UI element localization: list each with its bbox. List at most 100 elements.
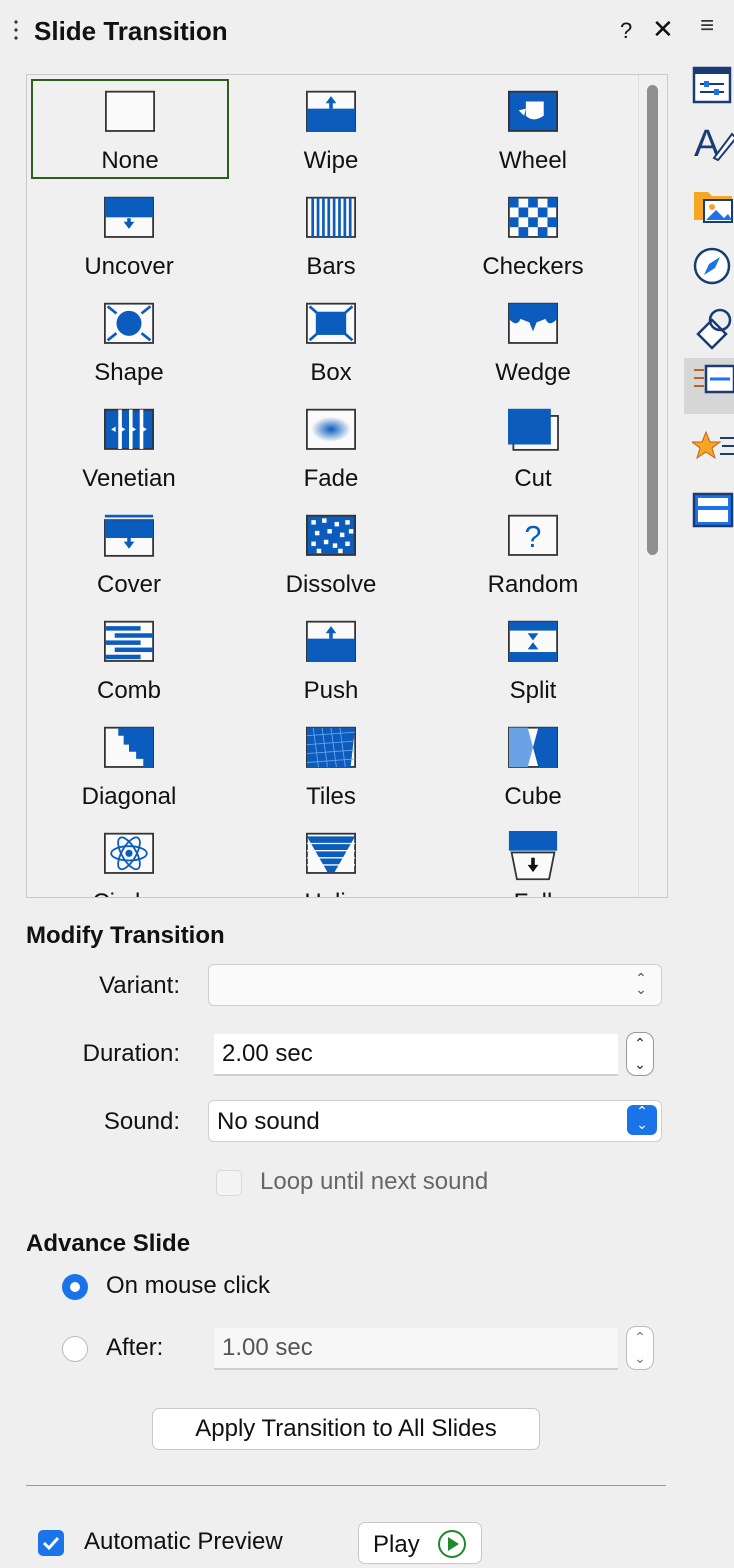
sound-label: Sound: bbox=[103, 1108, 180, 1135]
sidebar-tab-master-slides[interactable] bbox=[692, 488, 734, 530]
transition-helix[interactable]: Helix bbox=[229, 821, 433, 897]
duration-field[interactable]: 2.00 sec bbox=[214, 1034, 618, 1076]
panel-title: Slide Transition bbox=[34, 16, 228, 46]
transition-tiles[interactable]: Tiles bbox=[229, 715, 433, 821]
push-icon bbox=[306, 620, 356, 662]
variant-label: Variant: bbox=[99, 972, 180, 999]
apply-all-button[interactable]: Apply Transition to All Slides bbox=[152, 1408, 540, 1450]
sidebar-tab-navigator[interactable] bbox=[692, 244, 734, 286]
close-button[interactable]: ✕ bbox=[652, 14, 674, 45]
circles-icon bbox=[104, 832, 154, 874]
gallery-icon bbox=[694, 192, 733, 223]
sidebar-menu-button[interactable]: ≡ bbox=[700, 12, 714, 40]
panel-header: Slide Transition ? ✕ bbox=[0, 0, 680, 64]
sound-value: No sound bbox=[217, 1108, 320, 1135]
transition-label: Uncover bbox=[84, 253, 174, 280]
random-icon: ? bbox=[508, 514, 558, 556]
transition-diagonal[interactable]: Diagonal bbox=[27, 715, 231, 821]
transition-wedge[interactable]: Wedge bbox=[431, 291, 635, 397]
transition-bars[interactable]: Bars bbox=[229, 185, 433, 291]
box-icon bbox=[306, 302, 356, 344]
sidebar-tab-gallery[interactable] bbox=[692, 184, 734, 226]
duration-value: 2.00 sec bbox=[222, 1040, 313, 1067]
transition-cover[interactable]: Cover bbox=[27, 503, 231, 609]
transition-comb[interactable]: Comb bbox=[27, 609, 231, 715]
transition-fade[interactable]: Fade bbox=[229, 397, 433, 503]
transition-cut[interactable]: Cut bbox=[431, 397, 635, 503]
transition-checkers[interactable]: Checkers bbox=[431, 185, 635, 291]
transition-label: Box bbox=[310, 359, 352, 386]
transition-label: Wedge bbox=[495, 359, 571, 386]
spin-up-icon[interactable]: ⌃ bbox=[627, 1327, 653, 1348]
sound-select[interactable]: No sound ⌃ ⌄ bbox=[208, 1100, 662, 1142]
uncover-icon bbox=[104, 196, 154, 238]
dissolve-icon bbox=[306, 514, 356, 556]
gallery-scrollbar[interactable] bbox=[638, 75, 667, 897]
sidebar-tab-slide-transition[interactable] bbox=[684, 358, 734, 414]
sidebar-tab-animation[interactable] bbox=[690, 424, 734, 466]
sidebar-tab-shapes[interactable] bbox=[692, 304, 734, 350]
fall-icon bbox=[508, 831, 558, 881]
transition-random[interactable]: ? Random bbox=[431, 503, 635, 609]
automatic-preview-label: Automatic Preview bbox=[84, 1528, 283, 1555]
transition-circles[interactable]: Circles bbox=[27, 821, 231, 897]
none-icon bbox=[105, 90, 155, 132]
navigator-icon bbox=[693, 247, 731, 285]
transition-gallery: None Wipe Wheel Uncover Bars Checkers Shape Box… bbox=[26, 74, 668, 898]
transition-label: Circles bbox=[27, 889, 231, 897]
transition-label: Split bbox=[509, 677, 557, 704]
automatic-preview-checkbox[interactable] bbox=[38, 1530, 64, 1556]
play-button[interactable]: Play bbox=[358, 1522, 482, 1564]
transition-push[interactable]: Push bbox=[229, 609, 433, 715]
transition-label: Random bbox=[487, 571, 579, 598]
animation-icon bbox=[690, 430, 734, 460]
transition-cube[interactable]: Cube bbox=[431, 715, 635, 821]
spin-down-icon[interactable]: ⌄ bbox=[627, 1348, 653, 1369]
checkmark-icon bbox=[42, 1536, 60, 1551]
duration-spinner[interactable]: ⌃ ⌄ bbox=[626, 1032, 654, 1076]
on-click-radio[interactable] bbox=[62, 1274, 88, 1300]
scrollbar-thumb[interactable] bbox=[647, 85, 658, 555]
transition-label: Checkers bbox=[482, 253, 584, 280]
spin-up-icon[interactable]: ⌃ bbox=[627, 1033, 653, 1054]
transition-box[interactable]: Box bbox=[229, 291, 433, 397]
drag-grip-icon[interactable] bbox=[14, 18, 18, 44]
after-value: 1.00 sec bbox=[222, 1334, 313, 1361]
transition-label: Bars bbox=[306, 253, 356, 280]
after-field[interactable]: 1.00 sec bbox=[214, 1328, 618, 1370]
transition-label: Dissolve bbox=[285, 571, 377, 598]
loop-checkbox[interactable] bbox=[216, 1170, 242, 1196]
cover-icon bbox=[104, 514, 154, 557]
transition-uncover[interactable]: Uncover bbox=[27, 185, 231, 291]
transition-wheel[interactable]: Wheel bbox=[431, 79, 635, 185]
transition-wipe[interactable]: Wipe bbox=[229, 79, 433, 185]
transition-label: Cut bbox=[514, 465, 552, 492]
variant-select[interactable]: ⌃ ⌄ bbox=[208, 964, 662, 1006]
transition-label: Wipe bbox=[303, 147, 359, 174]
transition-label: Shape bbox=[94, 359, 164, 386]
on-click-label: On mouse click bbox=[106, 1272, 271, 1299]
wedge-icon bbox=[508, 302, 558, 344]
sidebar-tab-properties[interactable] bbox=[692, 64, 734, 106]
loop-label: Loop until next sound bbox=[260, 1168, 489, 1195]
transition-dissolve[interactable]: Dissolve bbox=[229, 503, 433, 609]
shapes-icon bbox=[696, 308, 732, 350]
help-button[interactable]: ? bbox=[620, 18, 632, 44]
transition-label: Cover bbox=[96, 571, 162, 598]
slide-transition-icon bbox=[694, 364, 734, 394]
venetian-icon bbox=[104, 408, 154, 450]
transition-split[interactable]: Split bbox=[431, 609, 635, 715]
sidebar-tab-styles[interactable]: A bbox=[692, 120, 734, 165]
transition-shape[interactable]: Shape bbox=[27, 291, 231, 397]
transition-none[interactable]: None bbox=[31, 79, 229, 179]
spin-down-icon[interactable]: ⌄ bbox=[627, 1054, 653, 1075]
transition-label: Venetian bbox=[82, 465, 176, 492]
transition-label: Diagonal bbox=[81, 783, 177, 810]
after-radio[interactable] bbox=[62, 1336, 88, 1362]
bars-icon bbox=[306, 196, 356, 238]
wheel-icon bbox=[508, 90, 558, 132]
transition-fall[interactable]: Fall bbox=[431, 821, 635, 897]
after-spinner[interactable]: ⌃ ⌄ bbox=[626, 1326, 654, 1370]
transition-venetian[interactable]: Venetian bbox=[27, 397, 231, 503]
fade-icon bbox=[306, 408, 356, 450]
